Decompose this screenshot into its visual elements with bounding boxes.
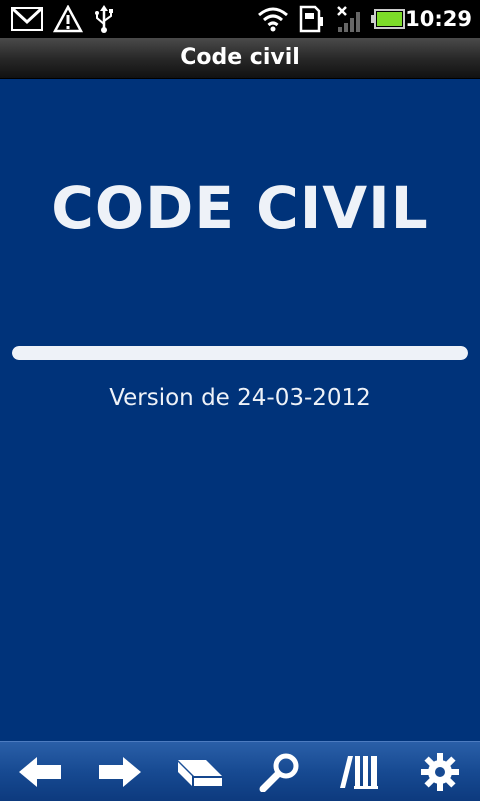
status-time: 10:29 bbox=[405, 7, 472, 31]
gmail-icon bbox=[10, 0, 44, 38]
title-bar: Code civil bbox=[0, 38, 480, 79]
version-label: Version de 24-03-2012 bbox=[109, 385, 371, 411]
book-button[interactable] bbox=[170, 745, 230, 799]
library-button[interactable] bbox=[330, 745, 390, 799]
search-button[interactable] bbox=[250, 745, 310, 799]
usb-icon bbox=[90, 0, 118, 38]
main-content: CODE CIVIL Version de 24-03-2012 bbox=[0, 79, 480, 741]
progress-fill bbox=[12, 346, 468, 360]
warning-icon bbox=[52, 0, 84, 38]
progress-bar bbox=[12, 346, 468, 360]
sd-card-icon bbox=[296, 0, 326, 38]
wifi-icon bbox=[256, 0, 290, 38]
settings-button[interactable] bbox=[410, 745, 470, 799]
bottom-toolbar bbox=[0, 741, 480, 801]
status-bar: 10:29 bbox=[0, 0, 480, 38]
library-icon bbox=[340, 755, 378, 789]
back-button[interactable] bbox=[10, 745, 70, 799]
forward-button[interactable] bbox=[90, 745, 150, 799]
back-icon bbox=[19, 756, 61, 787]
signal-icon bbox=[334, 0, 364, 38]
battery-icon bbox=[370, 0, 406, 38]
page-title: CODE CIVIL bbox=[51, 174, 429, 242]
search-icon bbox=[259, 753, 299, 792]
forward-icon bbox=[99, 756, 141, 787]
book-icon bbox=[178, 759, 222, 786]
settings-icon bbox=[421, 752, 459, 791]
window-title: Code civil bbox=[180, 45, 300, 70]
